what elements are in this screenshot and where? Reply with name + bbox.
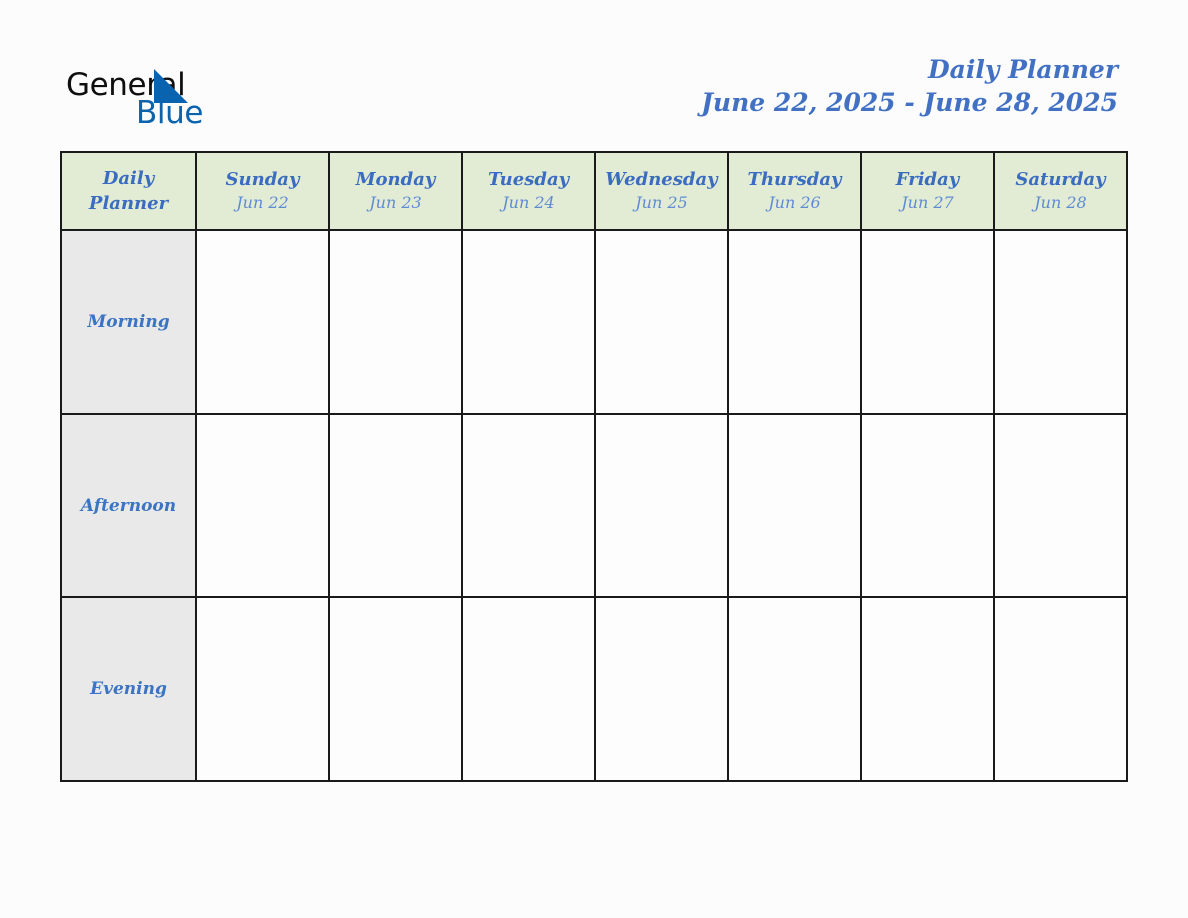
planner-row-afternoon: Afternoon <box>62 412 1126 597</box>
day-date: Jun 26 <box>768 193 821 212</box>
slot-morning-wednesday[interactable] <box>594 231 727 413</box>
slot-evening-tuesday[interactable] <box>461 598 594 781</box>
title-block: Daily Planner June 22, 2025 - June 28, 2… <box>701 54 1118 120</box>
row-label-text: Afternoon <box>80 495 177 516</box>
slot-afternoon-saturday[interactable] <box>993 414 1126 597</box>
slot-morning-thursday[interactable] <box>727 231 860 413</box>
weekly-planner-grid: Daily Planner Sunday Jun 22 Monday Jun 2… <box>60 151 1128 782</box>
day-name: Thursday <box>747 169 842 190</box>
corner-label-line2: Planner <box>88 193 169 214</box>
general-blue-logo[interactable]: General Blue <box>66 68 256 132</box>
slot-morning-saturday[interactable] <box>993 231 1126 413</box>
slot-evening-friday[interactable] <box>860 598 993 781</box>
day-name: Monday <box>355 169 436 190</box>
slot-afternoon-monday[interactable] <box>328 414 461 597</box>
page-header: General Blue Daily Planner June 22, 2025… <box>0 0 1188 152</box>
page-title: Daily Planner <box>927 55 1118 84</box>
row-label-afternoon: Afternoon <box>62 414 195 597</box>
day-header-thursday: Thursday Jun 26 <box>727 153 860 229</box>
slot-morning-tuesday[interactable] <box>461 231 594 413</box>
day-date: Jun 28 <box>1034 193 1087 212</box>
day-header-friday: Friday Jun 27 <box>860 153 993 229</box>
day-date: Jun 27 <box>901 193 954 212</box>
planner-corner-cell: Daily Planner <box>62 153 195 229</box>
day-header-sunday: Sunday Jun 22 <box>195 153 328 229</box>
row-label-evening: Evening <box>62 598 195 781</box>
day-header-wednesday: Wednesday Jun 25 <box>594 153 727 229</box>
slot-afternoon-wednesday[interactable] <box>594 414 727 597</box>
corner-label-line1: Daily <box>102 168 155 189</box>
day-name: Friday <box>895 169 960 190</box>
date-range-subtitle: June 22, 2025 - June 28, 2025 <box>701 88 1118 117</box>
slot-morning-sunday[interactable] <box>195 231 328 413</box>
day-name: Tuesday <box>487 169 570 190</box>
slot-afternoon-sunday[interactable] <box>195 414 328 597</box>
day-date: Jun 25 <box>635 193 688 212</box>
slot-evening-sunday[interactable] <box>195 598 328 781</box>
slot-morning-monday[interactable] <box>328 231 461 413</box>
day-name: Sunday <box>225 169 300 190</box>
planner-row-evening: Evening <box>62 596 1126 781</box>
row-label-morning: Morning <box>62 231 195 413</box>
slot-afternoon-tuesday[interactable] <box>461 414 594 597</box>
planner-header-row: Daily Planner Sunday Jun 22 Monday Jun 2… <box>62 153 1126 229</box>
slot-evening-thursday[interactable] <box>727 598 860 781</box>
day-header-monday: Monday Jun 23 <box>328 153 461 229</box>
logo-word-blue: Blue <box>136 95 203 131</box>
day-date: Jun 22 <box>236 193 289 212</box>
slot-afternoon-friday[interactable] <box>860 414 993 597</box>
row-label-text: Evening <box>90 679 167 700</box>
slot-evening-wednesday[interactable] <box>594 598 727 781</box>
slot-evening-saturday[interactable] <box>993 598 1126 781</box>
day-name: Wednesday <box>605 169 718 190</box>
day-header-tuesday: Tuesday Jun 24 <box>461 153 594 229</box>
day-header-saturday: Saturday Jun 28 <box>993 153 1126 229</box>
slot-evening-monday[interactable] <box>328 598 461 781</box>
slot-morning-friday[interactable] <box>860 231 993 413</box>
row-label-text: Morning <box>87 311 170 332</box>
day-date: Jun 24 <box>502 193 555 212</box>
planner-row-morning: Morning <box>62 229 1126 413</box>
slot-afternoon-thursday[interactable] <box>727 414 860 597</box>
day-date: Jun 23 <box>369 193 422 212</box>
day-name: Saturday <box>1015 169 1106 190</box>
